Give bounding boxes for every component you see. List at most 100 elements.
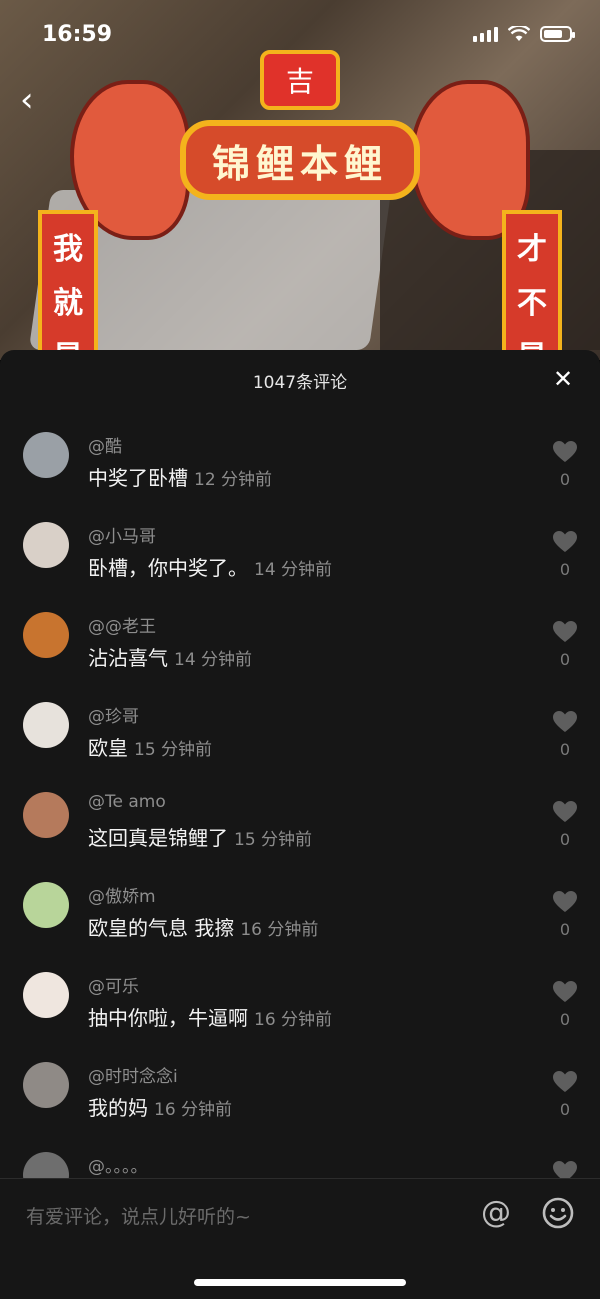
like-button[interactable]: 0 [552, 890, 578, 939]
comments-sheet: 1047条评论 ✕ @酷中奖了卧槽 12 分钟前 0 @小马哥卧槽，你中奖了。 14 分… [0, 350, 600, 1299]
comment-body: 这回真是锦鲤了 [88, 826, 228, 850]
avatar[interactable] [23, 882, 69, 928]
like-button[interactable]: 0 [552, 980, 578, 1029]
status-icons [473, 26, 575, 42]
comment-time: 14 分钟前 [254, 560, 333, 580]
comment-text: 我的妈 16 分钟前 [88, 1092, 232, 1121]
comment-username[interactable]: @@老王 [88, 612, 156, 637]
comment-time: 16 分钟前 [240, 920, 319, 940]
like-count: 0 [559, 740, 571, 759]
comment-item[interactable]: @小马哥卧槽，你中奖了。 14 分钟前 0 [0, 500, 600, 590]
like-button[interactable] [552, 1160, 578, 1178]
comment-body: 卧槽，你中奖了。 [88, 556, 248, 580]
comment-body: 抽中你啦，牛逼啊 [88, 1006, 248, 1030]
battery-fill [544, 30, 562, 38]
comment-item[interactable]: @可乐抽中你啦，牛逼啊 16 分钟前 0 [0, 950, 600, 1040]
heart-icon [553, 441, 577, 462]
status-time: 16:59 [42, 22, 113, 47]
comment-input[interactable]: 有爱评论，说点儿好听的~ [26, 1199, 446, 1235]
close-icon[interactable]: ✕ [548, 364, 578, 394]
emoji-icon[interactable] [540, 1195, 576, 1231]
comment-count-title: 1047条评论 [252, 373, 348, 393]
at-mention-button[interactable]: @ [478, 1195, 514, 1231]
avatar[interactable] [23, 1152, 69, 1178]
comment-body: 欧皇 [88, 736, 128, 760]
right-couplet-char: 才 [517, 232, 547, 267]
like-button[interactable]: 0 [552, 440, 578, 489]
like-count: 0 [559, 1010, 571, 1029]
comment-text: 欧皇 15 分钟前 [88, 732, 212, 761]
avatar[interactable] [23, 432, 69, 478]
koi-banner: 锦鲤本鲤 [180, 120, 420, 200]
comment-text: 欧皇的气息 我擦 16 分钟前 [88, 912, 318, 941]
avatar[interactable] [23, 1062, 69, 1108]
comment-time: 12 分钟前 [194, 470, 273, 490]
avatar[interactable] [23, 702, 69, 748]
comment-text: 抽中你啦，牛逼啊 16 分钟前 [88, 1002, 332, 1031]
comment-text: 卧槽，你中奖了。 14 分钟前 [88, 552, 332, 581]
comment-time: 16 分钟前 [254, 1010, 333, 1030]
comment-username[interactable]: @珍哥 [88, 702, 139, 727]
like-button[interactable]: 0 [552, 1070, 578, 1119]
comment-username[interactable]: @。。。。 [88, 1152, 148, 1177]
like-count: 0 [559, 920, 571, 939]
right-couplet: 才 不 是 [502, 210, 562, 375]
signal-icon [473, 26, 498, 42]
like-button[interactable]: 0 [552, 620, 578, 669]
like-count: 0 [559, 650, 571, 669]
like-count: 0 [559, 470, 571, 489]
comment-body: 中奖了卧槽 [88, 466, 188, 490]
wifi-icon [508, 26, 530, 41]
comment-time: 16 分钟前 [154, 1100, 233, 1120]
heart-icon [553, 891, 577, 912]
comment-item[interactable]: @。。。。 [0, 1130, 600, 1178]
home-indicator [194, 1279, 406, 1286]
avatar[interactable] [23, 792, 69, 838]
left-couplet-char: 就 [53, 286, 83, 321]
avatar[interactable] [23, 972, 69, 1018]
comment-username[interactable]: @酷 [88, 432, 122, 457]
heart-icon [553, 621, 577, 642]
comment-text: 这回真是锦鲤了 15 分钟前 [88, 822, 312, 851]
comment-time: 14 分钟前 [174, 650, 253, 670]
left-couplet: 我 就 是 [38, 210, 98, 375]
like-button[interactable]: 0 [552, 800, 578, 849]
back-icon[interactable]: ‹ [20, 80, 60, 120]
heart-icon [553, 1161, 577, 1178]
comment-input-bar: 有爱评论，说点儿好听的~ @ [0, 1178, 600, 1299]
avatar[interactable] [23, 522, 69, 568]
comment-item[interactable]: @时时念念i 我的妈 16 分钟前 0 [0, 1040, 600, 1130]
heart-icon [553, 1071, 577, 1092]
comment-username[interactable]: @Te amo [88, 792, 166, 812]
comment-time: 15 分钟前 [234, 830, 313, 850]
comment-item[interactable]: @酷中奖了卧槽 12 分钟前 0 [0, 410, 600, 500]
comment-body: 欧皇的气息 我擦 [88, 916, 235, 940]
comment-item[interactable]: @傲娇m 欧皇的气息 我擦 16 分钟前 0 [0, 860, 600, 950]
left-couplet-char: 我 [53, 232, 83, 267]
comment-body: 沾沾喜气 [88, 646, 168, 670]
koi-arch-sticker: 吉 锦鲤本鲤 我 就 是 才 不 是 [38, 40, 562, 375]
sheet-header: 1047条评论 ✕ [0, 350, 600, 410]
like-count: 0 [559, 560, 571, 579]
comment-time: 15 分钟前 [134, 740, 213, 760]
comment-item[interactable]: @Te amo 这回真是锦鲤了 15 分钟前 0 [0, 770, 600, 860]
comment-username[interactable]: @傲娇m [88, 882, 156, 907]
heart-icon [553, 711, 577, 732]
comment-item[interactable]: @珍哥欧皇 15 分钟前 0 [0, 680, 600, 770]
comment-body: 我的妈 [88, 1096, 148, 1120]
heart-icon [553, 981, 577, 1002]
status-bar: 16:59 [0, 0, 600, 70]
right-couplet-char: 不 [517, 286, 547, 321]
comment-list[interactable]: @酷 中奖了卧槽 12 分钟前 0 @小马哥 卧槽，你中奖了。 14 分钟前 0 @@老王 沾沾喜… [0, 410, 600, 1178]
comment-username[interactable]: @小马哥 [88, 522, 156, 547]
heart-icon [553, 801, 577, 822]
like-button[interactable]: 0 [552, 710, 578, 759]
comment-username[interactable]: @时时念念i [88, 1062, 178, 1087]
battery-icon [540, 26, 575, 42]
avatar[interactable] [23, 612, 69, 658]
comment-item[interactable]: @@老王沾沾喜气 14 分钟前 0 [0, 590, 600, 680]
like-button[interactable]: 0 [552, 530, 578, 579]
heart-icon [553, 531, 577, 552]
comment-text: 沾沾喜气 14 分钟前 [88, 642, 252, 671]
comment-username[interactable]: @可乐 [88, 972, 139, 997]
